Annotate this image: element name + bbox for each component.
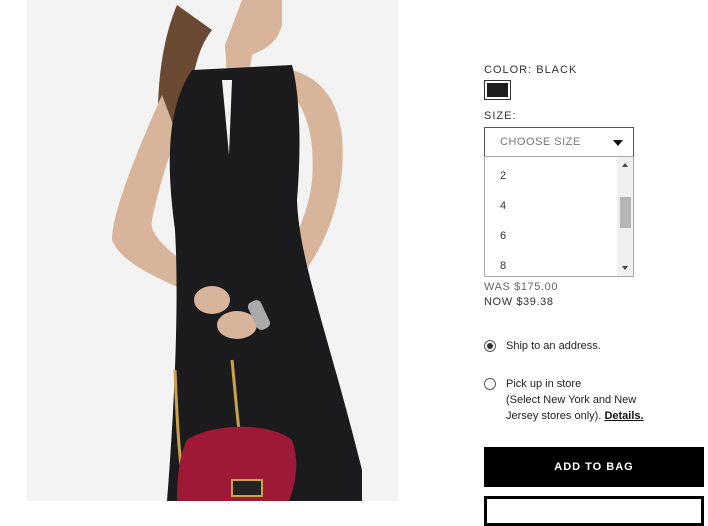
size-option[interactable]: 2 xyxy=(500,170,506,182)
model-illustration xyxy=(27,0,398,501)
pickup-note-line1: (Select New York and New xyxy=(506,394,637,406)
swatch-fill xyxy=(487,83,508,97)
size-select[interactable]: CHOOSE SIZE xyxy=(484,127,634,157)
ship-label[interactable]: Ship to an address. xyxy=(506,338,601,354)
add-to-bag-button[interactable]: ADD TO BAG xyxy=(484,447,704,487)
size-select-value: CHOOSE SIZE xyxy=(500,136,581,148)
chevron-down-icon xyxy=(613,140,623,146)
price-now: NOW $39.38 xyxy=(484,296,554,308)
size-option[interactable]: 8 xyxy=(500,260,506,272)
pickup-radio[interactable] xyxy=(484,378,496,390)
size-option[interactable]: 6 xyxy=(500,230,506,242)
scroll-up-arrow-icon[interactable] xyxy=(622,163,628,167)
product-options-panel: COLOR: BLACK SIZE: CHOOSE SIZE 2 4 6 8 W… xyxy=(484,0,708,526)
details-link[interactable]: Details. xyxy=(604,410,643,422)
size-dropdown-list: 2 4 6 8 xyxy=(484,156,634,277)
pickup-note-text: Jersey stores only). xyxy=(506,410,602,422)
dropdown-scrollbar[interactable] xyxy=(617,157,633,276)
radio-selected-dot xyxy=(487,343,493,349)
product-image xyxy=(27,0,398,501)
ship-radio[interactable] xyxy=(484,340,496,352)
secondary-button[interactable] xyxy=(484,496,704,526)
color-swatch-black[interactable] xyxy=(484,80,511,100)
pickup-label[interactable]: Pick up in store xyxy=(506,376,581,392)
pickup-note-line2: Jersey stores only). Details. xyxy=(506,408,644,424)
scroll-down-arrow-icon[interactable] xyxy=(622,266,628,270)
scrollbar-thumb[interactable] xyxy=(620,197,631,228)
price-was: WAS $175.00 xyxy=(484,281,559,293)
color-label: COLOR: BLACK xyxy=(484,64,578,76)
size-label: SIZE: xyxy=(484,110,517,122)
size-option[interactable]: 4 xyxy=(500,200,506,212)
